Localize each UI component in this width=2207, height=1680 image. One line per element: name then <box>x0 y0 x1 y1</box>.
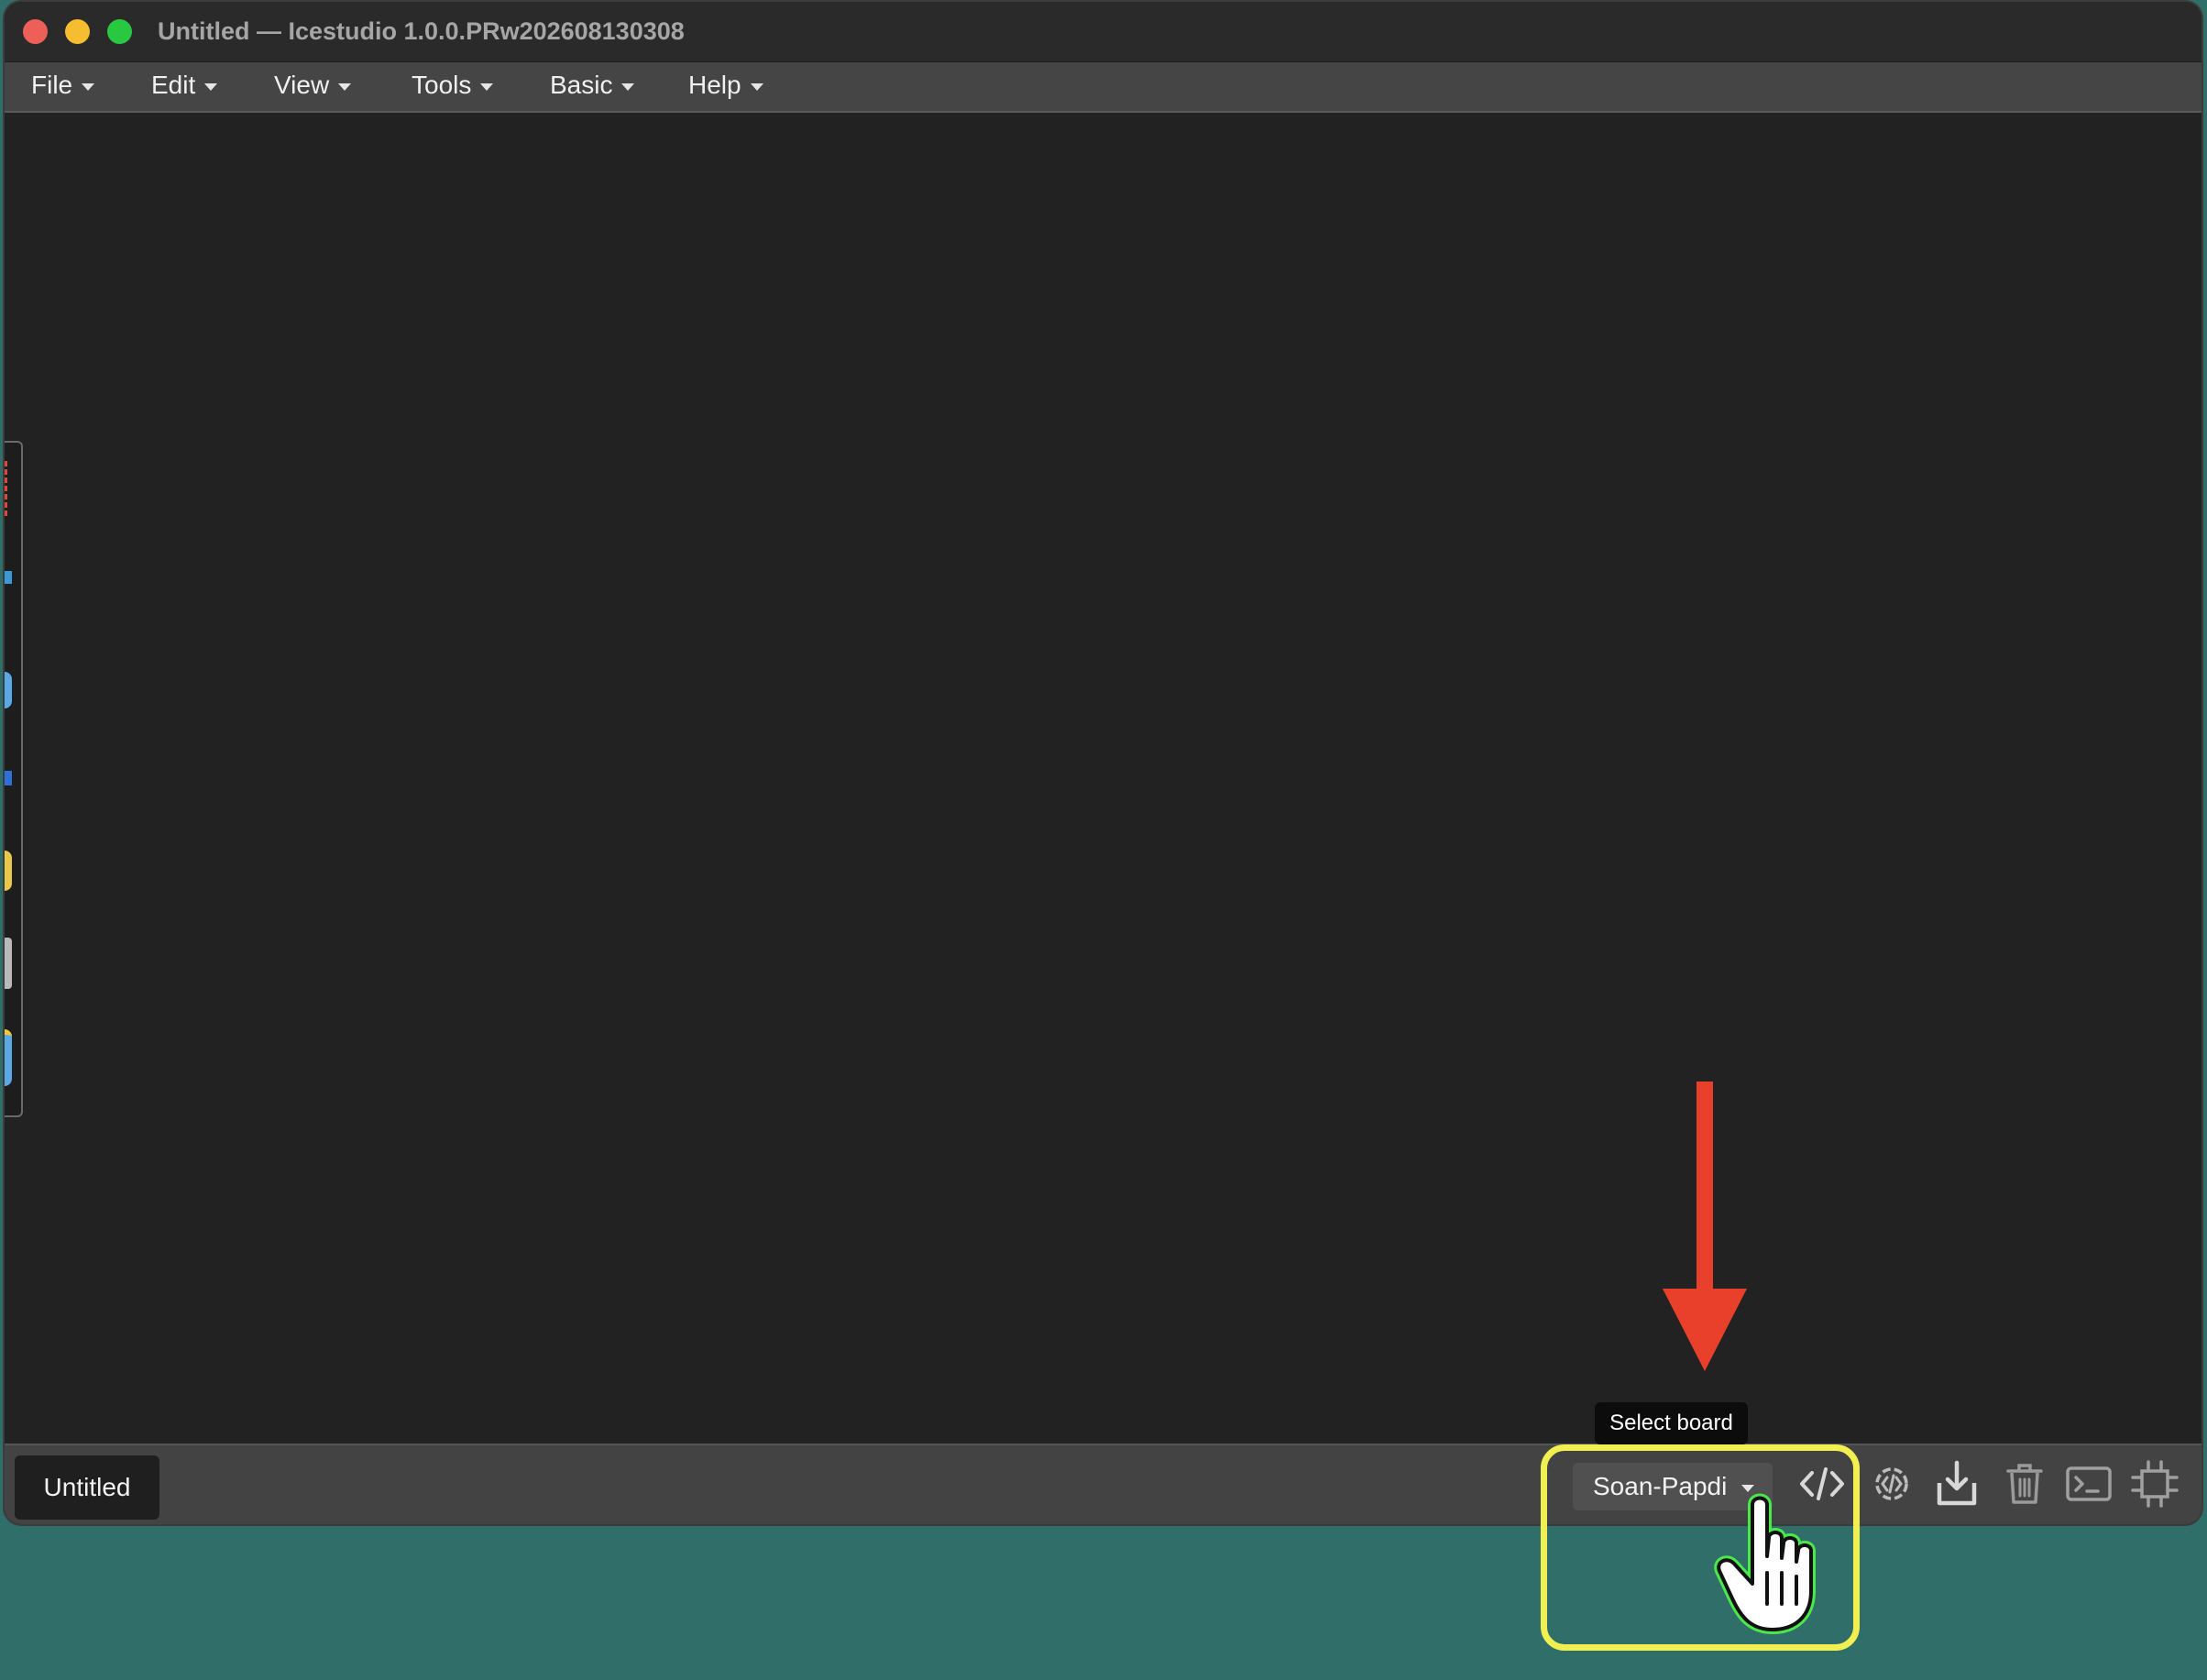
hand-cursor-icon <box>1714 1493 1816 1634</box>
minimize-window-button[interactable] <box>65 19 90 44</box>
red-block-icon <box>5 461 15 516</box>
delete-icon[interactable] <box>1999 1458 2050 1510</box>
build-icon[interactable] <box>1866 1458 1917 1510</box>
menu-view[interactable]: View <box>274 71 352 100</box>
design-tab[interactable]: Untitled <box>15 1455 159 1520</box>
blue-round-block-icon <box>5 672 12 708</box>
select-board-tooltip: Select board <box>1595 1402 1748 1444</box>
menu-edit-label: Edit <box>151 71 196 99</box>
upload-icon[interactable] <box>1931 1458 1982 1510</box>
window-title: Untitled — Icestudio 1.0.0.PRw2026081303… <box>158 17 685 45</box>
yellow-block-icon <box>5 851 12 891</box>
chip-icon[interactable] <box>2129 1458 2180 1510</box>
annotation-arrow-icon <box>1663 1082 1747 1371</box>
bottom-toolbar: Untitled Soan-Papdi <box>5 1444 2202 1524</box>
terminal-icon[interactable] <box>2063 1458 2114 1510</box>
menu-basic-label: Basic <box>550 71 613 99</box>
caret-down-icon <box>82 83 95 91</box>
caret-down-icon <box>621 83 635 91</box>
caret-down-icon <box>750 83 763 91</box>
blue-yellow-block-icon <box>5 1029 12 1086</box>
gray-block-icon <box>5 938 12 989</box>
blue-block-icon <box>5 571 12 584</box>
menu-tools[interactable]: Tools <box>412 71 494 100</box>
menu-help[interactable]: Help <box>688 71 763 100</box>
dark-blue-block-icon <box>5 771 12 785</box>
caret-down-icon <box>204 83 218 91</box>
menu-help-label: Help <box>688 71 741 99</box>
blocks-palette-strip[interactable] <box>5 441 23 1117</box>
menu-file-label: File <box>31 71 73 99</box>
app-window: Untitled — Icestudio 1.0.0.PRw2026081303… <box>5 2 2202 1524</box>
caret-down-icon <box>480 83 494 91</box>
menu-view-label: View <box>274 71 330 99</box>
menu-bar: File Edit View Tools Basic Help <box>5 62 2202 113</box>
menu-edit[interactable]: Edit <box>151 71 218 100</box>
menu-tools-label: Tools <box>412 71 472 99</box>
close-window-button[interactable] <box>23 19 48 44</box>
title-bar: Untitled — Icestudio 1.0.0.PRw2026081303… <box>5 2 2202 62</box>
menu-file[interactable]: File <box>31 71 95 100</box>
menu-basic[interactable]: Basic <box>550 71 635 100</box>
design-canvas[interactable] <box>5 113 2202 1444</box>
maximize-window-button[interactable] <box>107 19 132 44</box>
caret-down-icon <box>338 83 352 91</box>
